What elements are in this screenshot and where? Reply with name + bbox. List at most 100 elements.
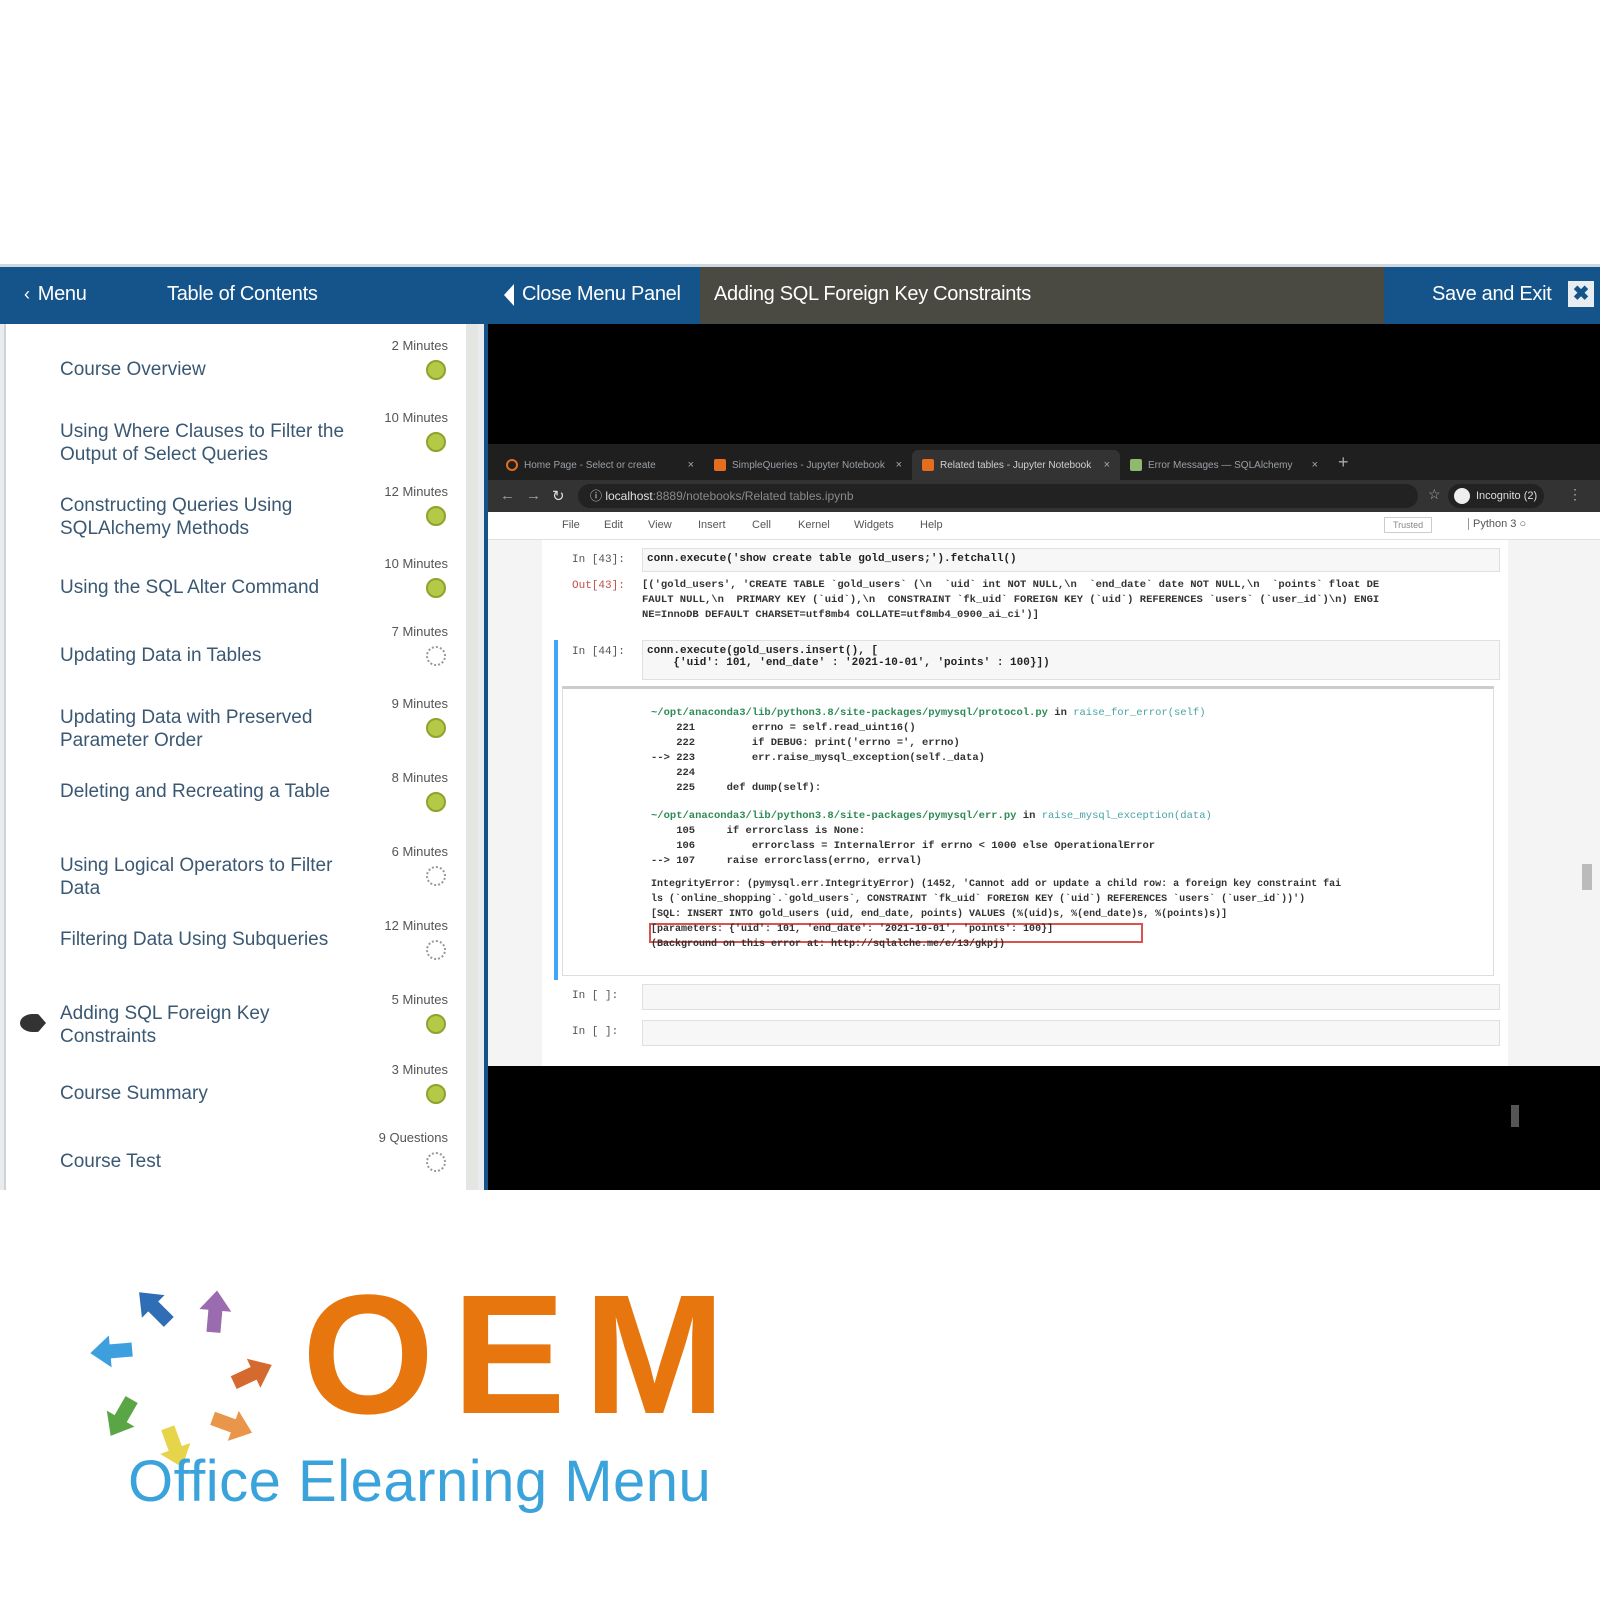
video-player[interactable]: Home Page - Select or create × SimpleQueri… bbox=[484, 324, 1600, 1190]
complete-status-icon bbox=[426, 1014, 446, 1034]
cell-prompt: In [ ]: bbox=[572, 990, 619, 1002]
traceback-line: --> 107 raise errorclass(errno, errval) bbox=[651, 855, 922, 867]
traceback-file: ~/opt/anaconda3/lib/python3.8/site-packa… bbox=[651, 707, 1048, 719]
cell-prompt: In [43]: bbox=[572, 554, 625, 566]
incomplete-status-icon bbox=[426, 940, 446, 960]
toc-item[interactable]: Adding SQL Foreign Key Constraints 5 Minu… bbox=[6, 992, 466, 1058]
traceback-line: 221 errno = self.read_uint16() bbox=[651, 722, 916, 734]
page-scrollbar[interactable] bbox=[1582, 864, 1592, 890]
toc-item[interactable]: Course Test 9 Questions bbox=[6, 1130, 466, 1196]
save-and-exit-button[interactable]: Save and Exit bbox=[1432, 283, 1552, 306]
toc-item-title: Course Test bbox=[60, 1151, 162, 1172]
error-message-line: [SQL: INSERT INTO gold_users (uid, end_d… bbox=[651, 909, 1228, 920]
more-menu-icon[interactable]: ⋮ bbox=[1568, 486, 1582, 503]
toc-item-title: Constructing Queries Using SQLAlchemy Me… bbox=[60, 495, 293, 539]
kernel-label: Python 3 bbox=[1473, 518, 1517, 530]
forward-arrow-icon[interactable]: → bbox=[526, 487, 541, 504]
menu-label: Menu bbox=[37, 283, 87, 305]
new-tab-icon[interactable]: + bbox=[1338, 452, 1349, 473]
incognito-profile-button[interactable]: Incognito (2) bbox=[1448, 484, 1544, 508]
jupyter-menu-view[interactable]: View bbox=[648, 519, 672, 531]
toc-item[interactable]: Filtering Data Using Subqueries 12 Minute… bbox=[6, 918, 466, 984]
complete-status-icon bbox=[426, 432, 446, 452]
tab-close-icon[interactable]: × bbox=[688, 459, 694, 471]
tab-close-icon[interactable]: × bbox=[896, 459, 902, 471]
trusted-badge[interactable]: Trusted bbox=[1384, 517, 1433, 533]
toc-item-title: Updating Data in Tables bbox=[60, 645, 262, 666]
browser-tab-strip: Home Page - Select or create × SimpleQueri… bbox=[488, 444, 1600, 480]
browser-tab[interactable]: SimpleQueries - Jupyter Notebook × bbox=[704, 450, 912, 480]
browser-tab[interactable]: Related tables - Jupyter Notebook × bbox=[912, 450, 1120, 480]
traceback-in: in bbox=[1016, 810, 1042, 822]
complete-status-icon bbox=[426, 578, 446, 598]
toc-item-duration: 7 Minutes bbox=[391, 624, 448, 639]
jupyter-menu-edit[interactable]: Edit bbox=[604, 519, 623, 531]
table-of-contents: Course Overview 2 Minutes Using Where Clau… bbox=[4, 324, 478, 1190]
course-player: ‹ Menu Table of Contents Close Menu Pane… bbox=[0, 264, 1600, 1190]
jupyter-menu-file[interactable]: File bbox=[562, 519, 580, 531]
close-menu-panel-button[interactable]: Close Menu Panel bbox=[504, 283, 681, 306]
jupyter-menu-help[interactable]: Help bbox=[920, 519, 943, 531]
toc-item-duration: 9 Questions bbox=[378, 1130, 448, 1145]
toc-item[interactable]: Using the SQL Alter Command 10 Minutes bbox=[6, 556, 466, 622]
complete-status-icon bbox=[426, 506, 446, 526]
code-cell[interactable]: conn.execute('show create table gold_use… bbox=[642, 548, 1500, 572]
jupyter-menu-cell[interactable]: Cell bbox=[752, 519, 771, 531]
toc-item[interactable]: Course Overview 2 Minutes bbox=[6, 338, 466, 404]
jupyter-menu-widgets[interactable]: Widgets bbox=[854, 519, 894, 531]
tab-favicon-icon bbox=[506, 459, 518, 471]
browser-tab[interactable]: Home Page - Select or create × bbox=[496, 450, 704, 480]
tab-close-icon[interactable]: × bbox=[1312, 459, 1318, 471]
course-title-bar: Adding SQL Foreign Key Constraints bbox=[700, 264, 1384, 324]
toc-item[interactable]: Course Summary 3 Minutes bbox=[6, 1062, 466, 1128]
close-icon[interactable]: ✖ bbox=[1568, 281, 1594, 307]
incognito-icon bbox=[1454, 488, 1470, 504]
course-title: Adding SQL Foreign Key Constraints bbox=[714, 283, 1032, 305]
traceback-line: 222 if DEBUG: print('errno =', errno) bbox=[651, 737, 960, 749]
url-input[interactable]: ⓘ localhost:8889/notebooks/Related table… bbox=[578, 484, 1418, 508]
toc-header: ‹ Menu Table of Contents Close Menu Pane… bbox=[0, 264, 700, 324]
code-cell[interactable]: conn.execute(gold_users.insert(), [ {'ui… bbox=[642, 640, 1500, 680]
incomplete-status-icon bbox=[426, 866, 446, 886]
tab-favicon-icon bbox=[714, 459, 726, 471]
tab-title: SimpleQueries - Jupyter Notebook bbox=[732, 459, 885, 471]
traceback-function: raise_mysql_exception(data) bbox=[1041, 810, 1212, 822]
top-bar: ‹ Menu Table of Contents Close Menu Pane… bbox=[0, 264, 1600, 324]
complete-status-icon bbox=[426, 792, 446, 812]
bookmark-star-icon[interactable]: ☆ bbox=[1428, 486, 1441, 503]
info-icon: ⓘ bbox=[590, 489, 606, 503]
tab-favicon-icon bbox=[1130, 459, 1142, 471]
browser-tab[interactable]: Error Messages — SQLAlchemy × bbox=[1120, 450, 1328, 480]
toc-item[interactable]: Updating Data in Tables 7 Minutes bbox=[6, 624, 466, 690]
tab-title: Home Page - Select or create bbox=[524, 459, 656, 471]
output-scroll-handle[interactable] bbox=[1511, 1105, 1519, 1127]
toc-item[interactable]: Updating Data with Preserved Parameter O… bbox=[6, 696, 466, 762]
toc-item[interactable]: Deleting and Recreating a Table 8 Minutes bbox=[6, 770, 466, 836]
toc-item-title: Using Logical Operators to Filter Data bbox=[60, 855, 333, 899]
browser-window: Home Page - Select or create × SimpleQueri… bbox=[488, 444, 1600, 1127]
empty-code-cell[interactable] bbox=[642, 984, 1500, 1010]
tab-favicon-icon bbox=[922, 459, 934, 471]
empty-code-cell[interactable] bbox=[642, 1020, 1500, 1046]
traceback-line: 224 bbox=[651, 767, 696, 779]
kernel-indicator: Python 3 ○ bbox=[1468, 518, 1526, 530]
tab-close-icon[interactable]: × bbox=[1104, 459, 1110, 471]
toc-item[interactable]: Using Logical Operators to Filter Data 6 … bbox=[6, 844, 466, 910]
toc-item-title: Course Overview bbox=[60, 359, 206, 380]
toc-item[interactable]: Using Where Clauses to Filter the Output… bbox=[6, 410, 466, 476]
error-output: ~/opt/anaconda3/lib/python3.8/site-packa… bbox=[562, 686, 1519, 1127]
reload-icon[interactable]: ↻ bbox=[552, 487, 565, 505]
back-arrow-icon[interactable]: ← bbox=[500, 487, 515, 504]
jupyter-menu-insert[interactable]: Insert bbox=[698, 519, 726, 531]
jupyter-menu-kernel[interactable]: Kernel bbox=[798, 519, 830, 531]
toc-item-title: Adding SQL Foreign Key Constraints bbox=[60, 1003, 270, 1047]
cell-prompt: In [ ]: bbox=[572, 1026, 619, 1038]
toc-item-duration: 5 Minutes bbox=[391, 992, 448, 1007]
toc-item[interactable]: Constructing Queries Using SQLAlchemy Me… bbox=[6, 484, 466, 550]
traceback-in: in bbox=[1047, 707, 1074, 719]
error-message-line: IntegrityError: (pymysql.err.IntegrityEr… bbox=[651, 879, 1342, 890]
menu-button[interactable]: ‹ Menu bbox=[24, 283, 87, 306]
logo-name: Office Elearning Menu bbox=[128, 1449, 712, 1514]
toc-item-title: Deleting and Recreating a Table bbox=[60, 781, 331, 802]
toc-item-duration: 6 Minutes bbox=[391, 844, 448, 859]
